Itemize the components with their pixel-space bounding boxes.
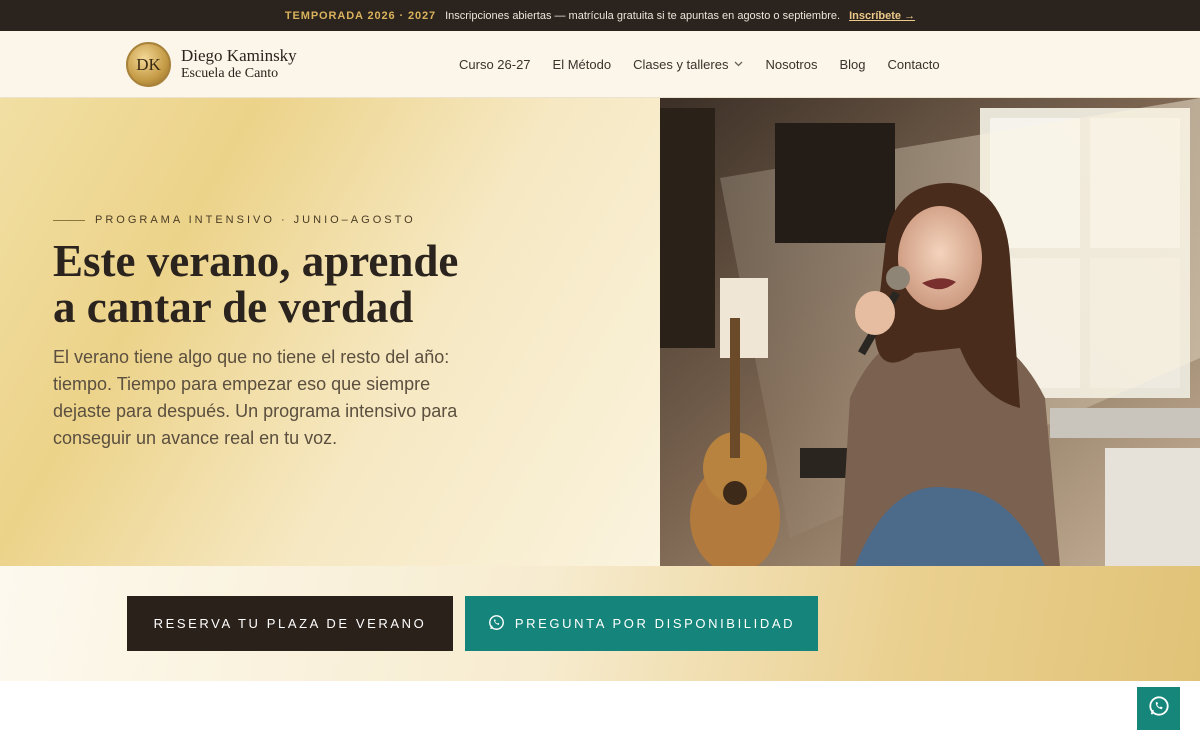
logo-subtitle: Escuela de Canto <box>181 66 279 82</box>
season-label: TEMPORADA 2026 · 2027 <box>284 9 437 22</box>
nav-item-contacto[interactable]: Contacto <box>888 57 940 72</box>
logo[interactable]: DK Diego Kaminsky Escuela de Canto <box>126 42 297 87</box>
signup-link[interactable]: Inscríbete → <box>849 10 915 22</box>
nav-label: Clases y talleres <box>633 56 729 72</box>
cta-section: RESERVA TU PLAZA DE VERANO PREGUNTA POR … <box>0 566 1200 681</box>
chevron-down-icon <box>734 59 743 69</box>
reserve-button[interactable]: RESERVA TU PLAZA DE VERANO <box>127 596 453 651</box>
availability-button[interactable]: PREGUNTA POR DISPONIBILIDAD <box>465 596 818 651</box>
hero-title-line-2: a cantar de verdad <box>53 282 414 332</box>
site-header: DK Diego Kaminsky Escuela de Canto Curso… <box>0 31 1200 98</box>
announcement-bar: TEMPORADA 2026 · 2027 Inscripciones abie… <box>0 0 1200 31</box>
nav-item-nosotros[interactable]: Nosotros <box>765 57 817 72</box>
hero-title: Este verano, aprende a cantar de verdad <box>53 238 573 330</box>
main-nav: Curso 26-27 El Método Clases y talleres … <box>459 31 940 97</box>
logo-name: Diego Kaminsky <box>181 45 297 65</box>
logo-initials: DK <box>136 54 161 74</box>
hero-photo <box>660 98 1200 566</box>
nav-item-curso[interactable]: Curso 26-27 <box>459 57 531 72</box>
logo-text: Diego Kaminsky Escuela de Canto <box>181 46 297 83</box>
eyebrow-text: PROGRAMA INTENSIVO · JUNIO–AGOSTO <box>95 214 416 226</box>
singer-photo-illustration <box>660 98 1200 566</box>
hero-section: PROGRAMA INTENSIVO · JUNIO–AGOSTO Este v… <box>0 98 1200 566</box>
availability-button-label: PREGUNTA POR DISPONIBILIDAD <box>514 616 796 631</box>
hero-content: PROGRAMA INTENSIVO · JUNIO–AGOSTO Este v… <box>0 98 660 566</box>
nav-label: Blog <box>839 56 866 72</box>
logo-badge: DK <box>126 42 171 87</box>
nav-item-metodo[interactable]: El Método <box>553 57 612 72</box>
nav-item-blog[interactable]: Blog <box>840 57 866 72</box>
reserve-button-label: RESERVA TU PLAZA DE VERANO <box>153 616 427 631</box>
announcement-text: Inscripciones abiertas — matrícula gratu… <box>445 9 841 22</box>
nav-label: Contacto <box>887 56 940 72</box>
nav-label: Nosotros <box>765 56 818 72</box>
eyebrow-rule <box>53 219 85 221</box>
hero-eyebrow: PROGRAMA INTENSIVO · JUNIO–AGOSTO <box>53 214 416 226</box>
hero-title-line-1: Este verano, aprende <box>53 236 459 286</box>
whatsapp-icon <box>488 614 505 634</box>
nav-label: El Método <box>552 56 612 72</box>
nav-label: Curso 26-27 <box>459 56 531 72</box>
whatsapp-icon <box>1148 695 1170 722</box>
floating-whatsapp-button[interactable] <box>1137 687 1180 730</box>
hero-description: El verano tiene algo que no tiene el res… <box>53 347 458 448</box>
nav-item-clases[interactable]: Clases y talleres <box>633 57 743 72</box>
